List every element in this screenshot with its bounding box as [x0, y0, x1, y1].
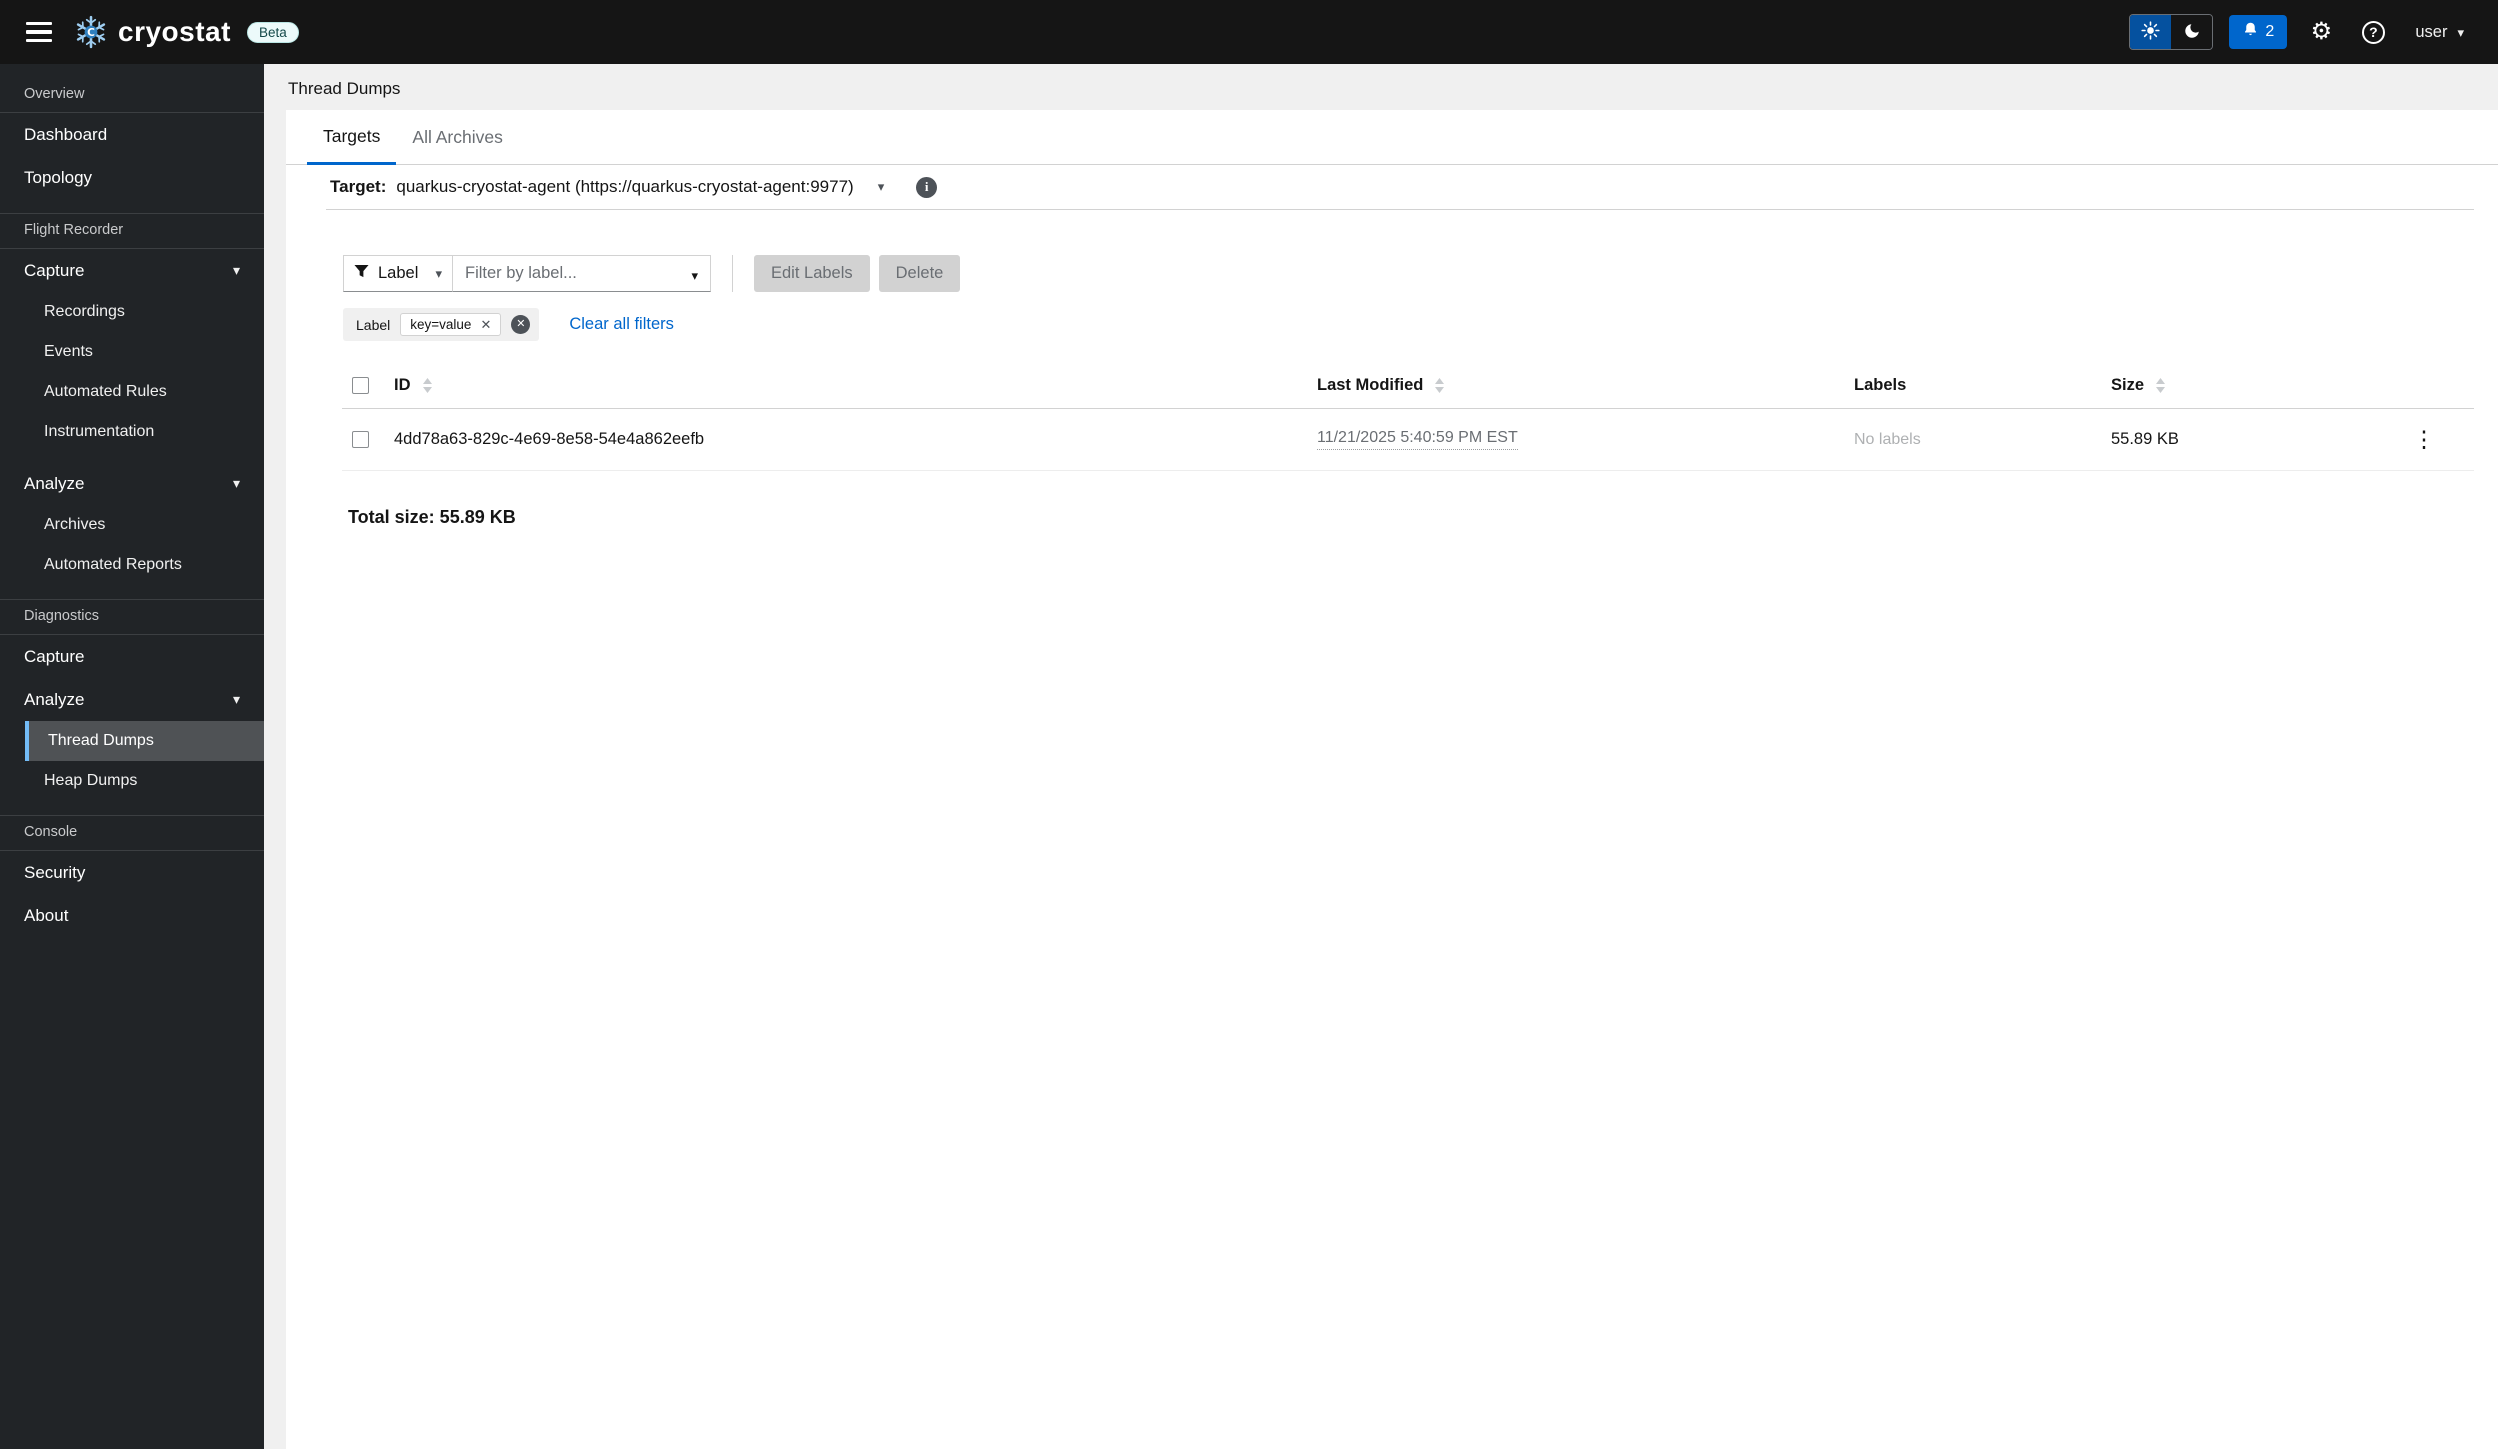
table-row: 4dd78a63-829c-4e69-8e58-54e4a862eefb 11/…: [342, 409, 2474, 471]
nav-section-title: Flight Recorder: [24, 222, 124, 238]
notification-count: 2: [2265, 23, 2275, 40]
label-filter-typeahead: ▾: [453, 255, 711, 292]
caret-down-icon: ▾: [435, 265, 442, 281]
filter-category-select[interactable]: Label ▾: [343, 255, 453, 292]
labels-cell: No labels: [1854, 430, 1921, 448]
chip-text: key=value: [410, 317, 472, 332]
sort-arrows-icon[interactable]: [1434, 377, 1445, 394]
chip-group-label: Label: [356, 316, 391, 333]
target-label: Target:: [330, 177, 387, 196]
tabs: Targets All Archives: [286, 110, 2498, 165]
question-circle-icon: ?: [2361, 20, 2385, 44]
sidebar-item-security[interactable]: Security: [0, 851, 264, 894]
user-menu[interactable]: user ▾: [2407, 23, 2472, 42]
caret-down-icon: ▾: [2457, 24, 2464, 40]
chevron-down-icon: ▾: [232, 262, 240, 278]
column-header-labels: Labels: [1854, 376, 1907, 394]
nav-toggle-icon[interactable]: [26, 22, 52, 42]
moon-icon: [2183, 22, 2201, 43]
sidebar-item-topology[interactable]: Topology: [0, 156, 264, 199]
tab-all-archives[interactable]: All Archives: [396, 110, 518, 165]
nav-section-overview: Overview Dashboard Topology: [0, 64, 264, 199]
target-select-value[interactable]: quarkus-cryostat-agent (https://quarkus-…: [396, 177, 853, 197]
column-header-last-modified[interactable]: Last Modified: [1317, 376, 1854, 395]
notifications-button[interactable]: 2: [2229, 15, 2288, 49]
label-chip-group: Label key=value ✕ ✕: [343, 308, 540, 341]
last-modified-timestamp: 11/21/2025 5:40:59 PM EST: [1317, 429, 1518, 450]
sidebar-item-capture-diagnostics[interactable]: Capture: [0, 635, 264, 678]
remove-chip-icon[interactable]: ✕: [480, 318, 491, 331]
sidebar-item-events[interactable]: Events: [25, 332, 264, 372]
brand-title: cryostat: [118, 16, 231, 47]
svg-text:C: C: [87, 26, 95, 39]
clear-all-filters-link[interactable]: Clear all filters: [569, 315, 674, 334]
active-filters-row: Label key=value ✕ ✕ Clear all filters: [343, 308, 2498, 341]
nav-section-title: Diagnostics: [24, 608, 99, 624]
masthead: C cryostat Beta 2 ⚙ ? user ▾: [0, 0, 2498, 64]
caret-down-icon[interactable]: ▾: [691, 268, 698, 284]
main-content: Thread Dumps Targets All Archives Target…: [264, 64, 2498, 1449]
sidebar-item-archives[interactable]: Archives: [25, 505, 264, 545]
nav-section-title: Overview: [24, 86, 85, 102]
target-select-bar: Target: quarkus-cryostat-agent (https://…: [326, 165, 2474, 210]
sidebar-item-heap-dumps[interactable]: Heap Dumps: [25, 761, 264, 801]
column-header-id[interactable]: ID: [394, 376, 1317, 395]
filter-toolbar: Label ▾ ▾ Edit Labels Delete: [343, 255, 2474, 292]
brand[interactable]: C cryostat Beta: [74, 15, 299, 49]
filter-chip: key=value ✕: [400, 313, 502, 336]
nav-section-flight-recorder: Flight Recorder Capture ▾ Recordings Eve…: [0, 199, 264, 585]
gear-icon: ⚙: [2310, 18, 2333, 45]
thread-dumps-panel: Targets All Archives Target: quarkus-cry…: [286, 110, 2498, 1449]
cryostat-logo-icon: C: [74, 15, 108, 49]
tab-targets[interactable]: Targets: [307, 110, 397, 165]
sidebar-item-capture[interactable]: Capture ▾: [0, 249, 264, 292]
delete-button[interactable]: Delete: [878, 255, 961, 292]
sidebar-item-dashboard[interactable]: Dashboard: [0, 113, 264, 156]
caret-down-icon[interactable]: ▾: [878, 179, 885, 195]
size-cell: 55.89 KB: [2111, 430, 2179, 448]
filter-category-value: Label: [378, 264, 419, 282]
label-filter-input[interactable]: [453, 256, 710, 291]
sidebar-item-about[interactable]: About: [0, 894, 264, 937]
sun-icon: [2141, 21, 2160, 43]
theme-toggle-group: [2129, 14, 2214, 50]
breadcrumb: Thread Dumps: [288, 79, 401, 98]
sidebar-item-thread-dumps[interactable]: Thread Dumps: [25, 721, 264, 761]
sort-arrows-icon[interactable]: [2155, 377, 2166, 394]
sidebar-item-analyze[interactable]: Analyze ▾: [0, 462, 264, 505]
sidebar-item-analyze-diagnostics[interactable]: Analyze ▾: [0, 678, 264, 721]
nav-section-diagnostics: Diagnostics Capture Analyze ▾ Thread Dum…: [0, 585, 264, 801]
nav-section-console: Console Security About: [0, 801, 264, 937]
info-circle-icon[interactable]: i: [916, 176, 938, 198]
light-theme-toggle[interactable]: [2130, 15, 2172, 49]
beta-badge: Beta: [246, 21, 299, 43]
bell-icon: [2242, 21, 2259, 43]
table-header-row: ID Last Modified Labels Size: [342, 363, 2474, 409]
settings-button[interactable]: ⚙: [2303, 14, 2339, 50]
chevron-down-icon: ▾: [232, 475, 240, 491]
dark-theme-toggle[interactable]: [2171, 15, 2213, 49]
select-all-checkbox[interactable]: [352, 377, 369, 394]
row-checkbox[interactable]: [352, 431, 369, 448]
column-header-size[interactable]: Size: [2111, 376, 2394, 395]
sort-arrows-icon[interactable]: [422, 377, 433, 394]
chevron-down-icon: ▾: [232, 691, 240, 707]
nav-section-title: Console: [24, 824, 78, 840]
sidebar-item-instrumentation[interactable]: Instrumentation: [25, 412, 264, 452]
funnel-icon: [354, 264, 369, 284]
thread-dump-id: 4dd78a63-829c-4e69-8e58-54e4a862eefb: [394, 430, 705, 448]
sidebar: Overview Dashboard Topology Flight Recor…: [0, 64, 264, 1449]
clear-chip-group-icon[interactable]: ✕: [511, 315, 531, 334]
sidebar-item-automated-rules[interactable]: Automated Rules: [25, 372, 264, 412]
username: user: [2415, 22, 2448, 41]
toolbar-divider: [732, 255, 733, 292]
kebab-menu-icon[interactable]: ⋮: [2413, 428, 2436, 451]
edit-labels-button[interactable]: Edit Labels: [754, 255, 870, 292]
thread-dumps-table: ID Last Modified Labels Size 4dd78a63-82…: [342, 363, 2474, 471]
sidebar-item-recordings[interactable]: Recordings: [25, 292, 264, 332]
sidebar-item-automated-reports[interactable]: Automated Reports: [25, 545, 264, 585]
help-button[interactable]: ?: [2355, 14, 2391, 50]
total-size: Total size: 55.89 KB: [348, 507, 516, 527]
